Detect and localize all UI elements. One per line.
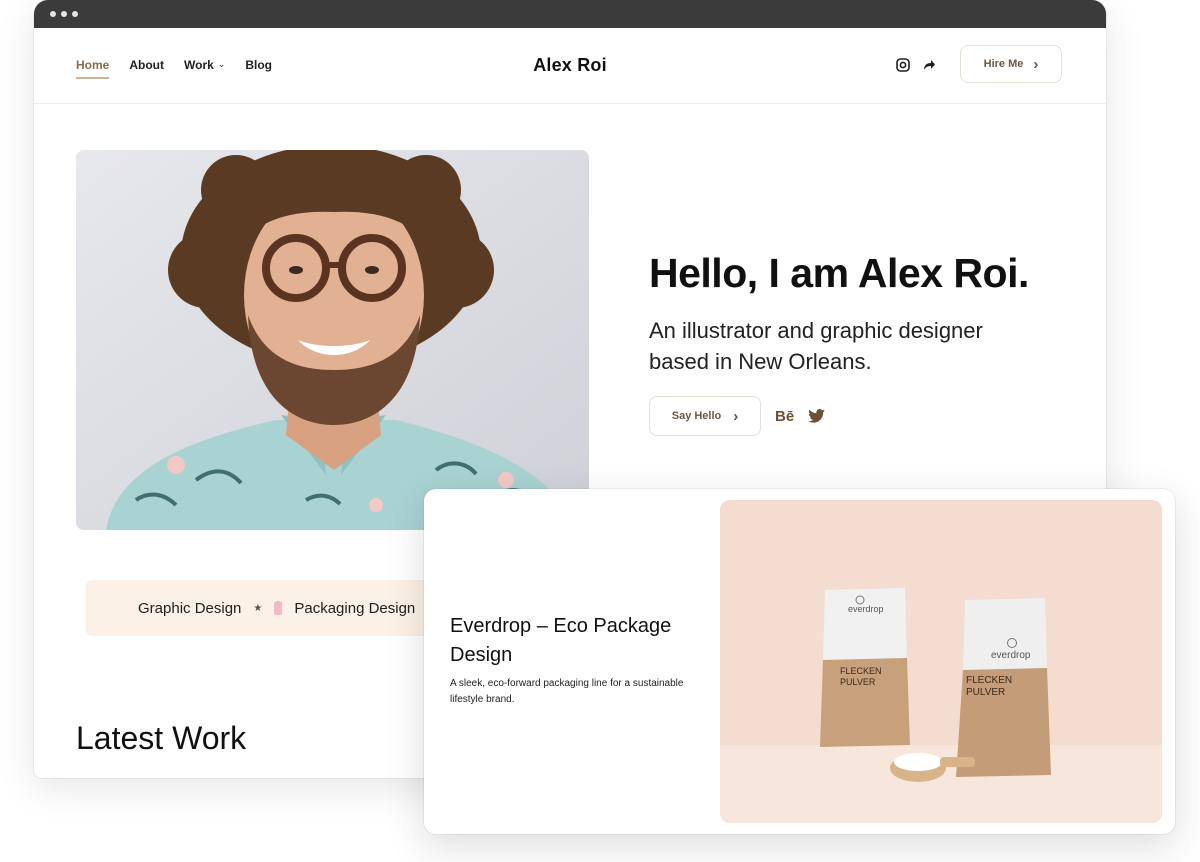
package-line2: PULVER: [966, 687, 1005, 698]
package-brand: everdrop: [991, 650, 1031, 661]
star-icon: ★: [253, 602, 263, 614]
hero-subtitle-line: based in New Orleans.: [649, 349, 872, 374]
portrait-photo: [76, 150, 589, 530]
project-image[interactable]: everdrop FLECKEN PULVER everdrop FLECKEN…: [720, 500, 1162, 823]
package-line1: FLECKEN: [966, 675, 1012, 686]
latest-work-heading: Latest Work: [76, 720, 247, 756]
package-line2: PULVER: [840, 677, 876, 687]
window-titlebar: [34, 0, 1106, 28]
window-dots: [50, 11, 78, 17]
hero-actions: Say Hello › Bē: [649, 396, 826, 436]
hero-subtitle-line: An illustrator and graphic designer: [649, 318, 983, 343]
package-brand: everdrop: [848, 604, 884, 614]
window-dot[interactable]: [61, 11, 67, 17]
share-icon[interactable]: [922, 58, 936, 77]
project-description: A sleek, eco-forward packaging line for …: [450, 678, 684, 705]
window-dot[interactable]: [72, 11, 78, 17]
site-brand[interactable]: Alex Roi: [34, 55, 1106, 76]
twitter-icon[interactable]: [808, 409, 826, 423]
chevron-right-icon: ›: [733, 407, 739, 425]
instagram-icon[interactable]: [896, 58, 910, 77]
say-hello-label: Say Hello: [671, 410, 722, 422]
category-item[interactable]: Graphic Design: [138, 600, 241, 617]
window-dot[interactable]: [50, 11, 56, 17]
hire-me-label: Hire Me: [983, 58, 1024, 70]
category-item[interactable]: Packaging Design: [294, 600, 415, 617]
say-hello-button[interactable]: Say Hello ›: [649, 396, 761, 436]
top-nav: Home About Work ⌄ Blog Alex Roi Hire Me ›: [34, 28, 1106, 104]
hire-me-button[interactable]: Hire Me ›: [960, 45, 1062, 83]
project-title[interactable]: Everdrop – Eco Package Design: [450, 612, 700, 670]
behance-icon[interactable]: Bē: [775, 408, 794, 425]
hero-subtitle: An illustrator and graphic designer base…: [649, 315, 1089, 377]
project-card[interactable]: Everdrop – Eco Package Design A sleek, e…: [424, 489, 1175, 834]
social-icons: [896, 58, 936, 77]
chevron-right-icon: ›: [1033, 55, 1039, 73]
bottle-icon: [274, 601, 283, 615]
package-line1: FLECKEN: [840, 666, 882, 676]
hero-title: Hello, I am Alex Roi.: [649, 250, 1029, 296]
hero-text: Hello, I am Alex Roi. An illustrator and…: [649, 250, 1089, 377]
